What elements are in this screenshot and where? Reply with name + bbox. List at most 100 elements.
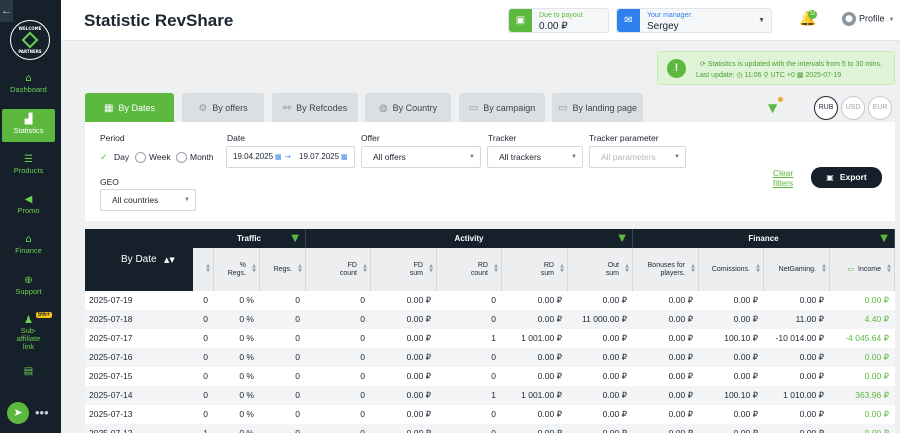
- geo-value: All countries: [112, 195, 159, 205]
- export-label: Export: [839, 172, 867, 182]
- manager-label: Your manager:: [647, 12, 693, 19]
- column-header[interactable]: % Regs. ▲ ▼: [214, 248, 260, 291]
- group-activity: Activity ▼: [306, 229, 633, 248]
- table-cell: 0.00 ₽: [799, 352, 824, 362]
- sidebar-item-products[interactable]: ☰ Products: [2, 149, 55, 182]
- notice-interval-text: ⟳ Statistics is updated with the interva…: [699, 61, 882, 68]
- sort-icon[interactable]: ▲ ▼: [494, 264, 498, 274]
- sort-icon[interactable]: ▲ ▼: [625, 264, 629, 274]
- sidebar-item-documents[interactable]: ▤: [2, 364, 55, 379]
- message-icon: ✉: [617, 9, 640, 32]
- table-cell: 1 010.00 ₽: [783, 390, 824, 400]
- sort-icon[interactable]: ▲ ▼: [252, 264, 256, 274]
- manager-dropdown[interactable]: ✉ Your manager: Sergey ▼: [616, 8, 772, 33]
- column-header[interactable]: Regs. ▲ ▼: [260, 248, 306, 291]
- tracker-select[interactable]: All trackers ▼: [487, 146, 583, 168]
- due-to-payout-widget[interactable]: ▣ Due to payout 0.00 ₽: [508, 8, 609, 33]
- column-header[interactable]: Bonuses for players. ▲ ▼: [633, 248, 699, 291]
- profile-menu[interactable]: ● Profile ▼: [842, 12, 894, 26]
- column-header[interactable]: RD sum ▲ ▼: [502, 248, 568, 291]
- more-icon[interactable]: •••: [35, 402, 49, 424]
- sort-icon[interactable]: ▲ ▼: [756, 264, 760, 274]
- tab-by-landing-page[interactable]: ▭ By landing page: [552, 93, 643, 123]
- sort-icon[interactable]: ▲ ▼: [363, 264, 367, 274]
- row-date: 2025-07-15: [89, 371, 133, 381]
- tab-by-country[interactable]: ◍ By Country: [365, 93, 451, 123]
- column-header[interactable]: Out sum ▲ ▼: [568, 248, 633, 291]
- home-icon: ⌂: [25, 73, 32, 84]
- tab-by-offers[interactable]: ⚙ By offers: [182, 93, 264, 123]
- column-header[interactable]: NetGaming. ▲ ▼: [764, 248, 830, 291]
- table-cell: 0: [491, 371, 496, 381]
- table-cell: 0.00 ₽: [406, 409, 431, 419]
- tab-label: By Refcodes: [296, 103, 348, 113]
- sidebar-item-sub-affiliate-link[interactable]: ♟ Sub-affiliate link 5%+: [2, 310, 55, 354]
- table-cell: 11.00 ₽: [795, 314, 824, 324]
- calendar-icon: ▦: [104, 103, 114, 114]
- tab-by-dates[interactable]: ▦ By Dates: [85, 93, 174, 123]
- chevron-down-icon: ▼: [674, 154, 680, 160]
- sort-icon[interactable]: ▲ ▼: [691, 264, 695, 274]
- column-header[interactable]: Comissions. ▲ ▼: [699, 248, 764, 291]
- filter-funnel-icon[interactable]: ▼: [291, 229, 299, 248]
- logo[interactable]: WELCOME PARTNERS: [10, 20, 50, 60]
- tracker-parameter-select[interactable]: All parameters ▼: [589, 146, 686, 168]
- table-cell: 0.00 ₽: [602, 409, 627, 419]
- sidebar-item-dashboard[interactable]: ⌂ Dashboard: [2, 68, 55, 101]
- sidebar-item-promo[interactable]: ◀ Promo: [2, 189, 55, 222]
- period-day-label: Day: [114, 152, 130, 162]
- period-month-radio[interactable]: Month: [176, 152, 214, 164]
- tab-by-campaign[interactable]: ▭ By campaign: [459, 93, 545, 123]
- group-label: Activity: [454, 234, 484, 243]
- table-cell: 0: [295, 390, 300, 400]
- period-day-radio[interactable]: ✓ Day: [100, 152, 129, 163]
- date-to[interactable]: 19.07.2025: [299, 147, 339, 167]
- column-header[interactable]: ▭ Income ▲ ▼: [830, 248, 895, 291]
- megaphone-icon: ◀: [24, 194, 33, 205]
- filter-funnel-icon[interactable]: ▼: [768, 101, 777, 115]
- table-row: 2025-07-16 0 0 % 0 0 0.00 ₽ 0 0.00 ₽ 0.00 ₽ 0.00 …: [85, 348, 895, 367]
- telegram-icon[interactable]: ➤: [7, 402, 29, 424]
- collapse-sidebar-icon[interactable]: ←: [0, 0, 13, 22]
- table-row: 2025-07-17 0 0 % 0 0 0.00 ₽ 1 1 001.00 ₽ 0.00 ₽ 0…: [85, 329, 895, 348]
- clear-filters-link[interactable]: Clear filters: [771, 168, 795, 188]
- logo-mark-icon: [21, 31, 39, 49]
- row-date: 2025-07-14: [89, 390, 133, 400]
- tracker-parameter-placeholder: All parameters: [601, 152, 656, 162]
- filter-funnel-icon[interactable]: ▼: [618, 229, 626, 248]
- column-header[interactable]: FD count ▲ ▼: [306, 248, 371, 291]
- column-header[interactable]: ▲ ▼: [193, 248, 214, 291]
- table-cell: 0: [295, 352, 300, 362]
- table-cell: 0.00 ₽: [406, 352, 431, 362]
- table-cell: 0 %: [239, 409, 254, 419]
- tracker-value: All trackers: [499, 152, 542, 162]
- geo-select[interactable]: All countries ▼: [100, 189, 196, 211]
- currency-rub-button[interactable]: RUB: [814, 96, 838, 120]
- sort-icon[interactable]: ▲ ▼: [298, 264, 302, 274]
- sidebar-item-statistics[interactable]: ▟ Statistics: [2, 109, 55, 142]
- sidebar-item-label: Promo: [17, 206, 40, 215]
- sidebar-item-support[interactable]: ⊕ Support: [2, 270, 55, 303]
- offer-select[interactable]: All offers ▼: [361, 146, 481, 168]
- sort-icon[interactable]: ▲ ▼: [206, 264, 210, 274]
- column-header-label: FD: [347, 261, 357, 269]
- sort-icon[interactable]: ▲ ▼: [887, 264, 891, 274]
- date-range-picker[interactable]: 19.04.2025 ▦ → 19.07.2025 ▦: [226, 146, 355, 168]
- table-cell: 100.10 ₽: [724, 390, 758, 400]
- currency-eur-button[interactable]: EUR: [868, 96, 892, 120]
- column-header[interactable]: FD sum ▲ ▼: [371, 248, 437, 291]
- currency-usd-button[interactable]: USD: [841, 96, 865, 120]
- table-cell: 4.40 ₽: [864, 314, 889, 324]
- date-from[interactable]: 19.04.2025: [233, 147, 273, 167]
- filter-funnel-icon[interactable]: ▼: [880, 229, 888, 248]
- table-cell: 0.00 ₽: [799, 295, 824, 305]
- date-column-header[interactable]: By Date ▲▼: [85, 229, 193, 291]
- sort-icon[interactable]: ▲ ▼: [560, 264, 564, 274]
- tab-by-refcodes[interactable]: ⚯ By Refcodes: [272, 93, 358, 123]
- sort-icon[interactable]: ▲ ▼: [429, 264, 433, 274]
- period-week-radio[interactable]: Week: [135, 152, 171, 164]
- column-header[interactable]: RD count ▲ ▼: [437, 248, 502, 291]
- export-button[interactable]: ▣ Export: [811, 167, 882, 188]
- sidebar-item-finance[interactable]: ⌂ Finance: [2, 229, 55, 262]
- sort-icon[interactable]: ▲ ▼: [822, 264, 826, 274]
